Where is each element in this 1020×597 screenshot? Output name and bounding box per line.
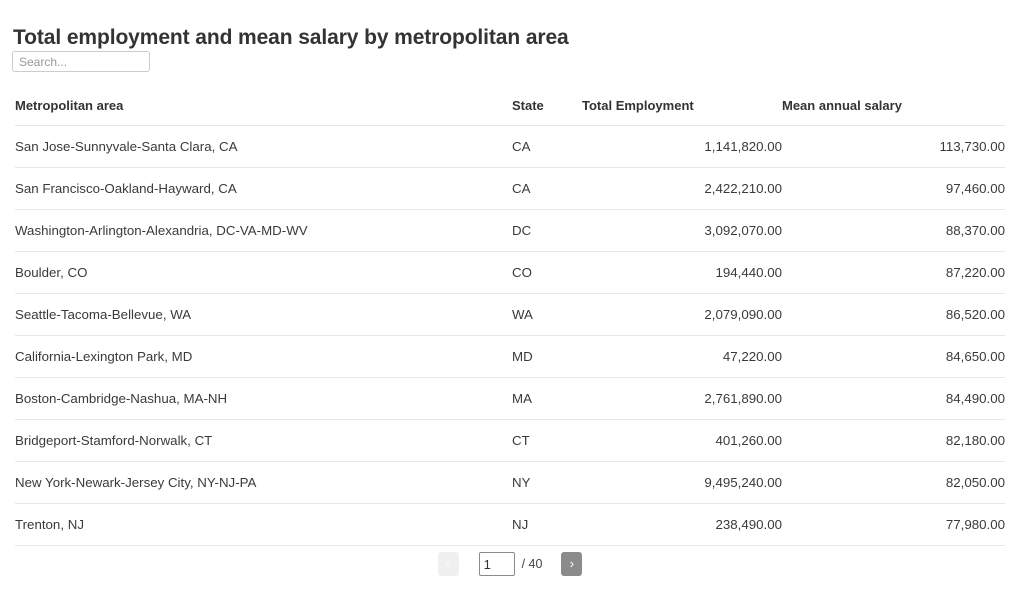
cell-total-employment: 401,260.00 (582, 419, 782, 462)
cell-state: DC (512, 209, 582, 252)
cell-metropolitan-area: Washington-Arlington-Alexandria, DC-VA-M… (15, 209, 512, 252)
cell-state: NJ (512, 503, 582, 546)
table-row[interactable]: San Francisco-Oakland-Hayward, CA CA 2,422… (15, 167, 1005, 210)
table-header-row: Metropolitan area State Total Employment… (15, 98, 1005, 126)
app-root: Total employment and mean salary by metr… (0, 0, 1020, 597)
cell-state: WA (512, 293, 582, 336)
cell-mean-annual-salary: 113,730.00 (782, 125, 1005, 168)
column-header-state[interactable]: State (512, 98, 582, 126)
search-container (12, 51, 150, 72)
table-row[interactable]: New York-Newark-Jersey City, NY-NJ-PA NY 9… (15, 461, 1005, 504)
table-header: Metropolitan area State Total Employment… (15, 98, 1005, 126)
page-title: Total employment and mean salary by metr… (13, 26, 569, 50)
cell-state: MA (512, 377, 582, 420)
table-row[interactable]: Bridgeport-Stamford-Norwalk, CT CT 401,260… (15, 419, 1005, 462)
cell-mean-annual-salary: 87,220.00 (782, 251, 1005, 294)
employment-salary-table: Metropolitan area State Total Employment… (15, 98, 1005, 546)
cell-state: CT (512, 419, 582, 462)
cell-metropolitan-area: California-Lexington Park, MD (15, 335, 512, 378)
table-row[interactable]: California-Lexington Park, MD MD 47,220.00… (15, 335, 1005, 378)
cell-state: MD (512, 335, 582, 378)
cell-metropolitan-area: Bridgeport-Stamford-Norwalk, CT (15, 419, 512, 462)
table-row[interactable]: Trenton, NJ NJ 238,490.00 77,980.00 (15, 503, 1005, 546)
page-number-input[interactable] (478, 552, 515, 576)
next-page-button[interactable]: › (561, 552, 583, 576)
column-header-mean-annual-salary[interactable]: Mean annual salary (782, 98, 1005, 126)
cell-state: CO (512, 251, 582, 294)
cell-mean-annual-salary: 84,490.00 (782, 377, 1005, 420)
cell-mean-annual-salary: 82,050.00 (782, 461, 1005, 504)
column-header-total-employment[interactable]: Total Employment (582, 98, 782, 126)
cell-metropolitan-area: Boulder, CO (15, 251, 512, 294)
cell-mean-annual-salary: 77,980.00 (782, 503, 1005, 546)
cell-state: CA (512, 125, 582, 168)
cell-mean-annual-salary: 97,460.00 (782, 167, 1005, 210)
cell-metropolitan-area: San Francisco-Oakland-Hayward, CA (15, 167, 512, 210)
cell-total-employment: 2,422,210.00 (582, 167, 782, 210)
table-row[interactable]: Boston-Cambridge-Nashua, MA-NH MA 2,761,89… (15, 377, 1005, 420)
cell-mean-annual-salary: 86,520.00 (782, 293, 1005, 336)
cell-total-employment: 1,141,820.00 (582, 125, 782, 168)
table-row[interactable]: Boulder, CO CO 194,440.00 87,220.00 (15, 251, 1005, 294)
table-body: San Jose-Sunnyvale-Santa Clara, CA CA 1,14… (15, 125, 1005, 546)
cell-total-employment: 3,092,070.00 (582, 209, 782, 252)
table-row[interactable]: Washington-Arlington-Alexandria, DC-VA-M… (15, 209, 1005, 252)
cell-mean-annual-salary: 88,370.00 (782, 209, 1005, 252)
cell-mean-annual-salary: 82,180.00 (782, 419, 1005, 462)
table-row[interactable]: San Jose-Sunnyvale-Santa Clara, CA CA 1,14… (15, 125, 1005, 168)
column-header-metropolitan-area[interactable]: Metropolitan area (15, 98, 512, 126)
pagination-controls: ‹ / 40 › (0, 552, 1020, 576)
cell-total-employment: 47,220.00 (582, 335, 782, 378)
cell-state: NY (512, 461, 582, 504)
table-row[interactable]: Seattle-Tacoma-Bellevue, WA WA 2,079,090.0… (15, 293, 1005, 336)
table-container: Metropolitan area State Total Employment… (15, 98, 1005, 546)
cell-total-employment: 2,079,090.00 (582, 293, 782, 336)
cell-metropolitan-area: San Jose-Sunnyvale-Santa Clara, CA (15, 125, 512, 168)
total-pages-label: / 40 (521, 557, 543, 571)
cell-total-employment: 194,440.00 (582, 251, 782, 294)
cell-mean-annual-salary: 84,650.00 (782, 335, 1005, 378)
cell-total-employment: 2,761,890.00 (582, 377, 782, 420)
previous-page-button[interactable]: ‹ (437, 552, 459, 576)
cell-total-employment: 9,495,240.00 (582, 461, 782, 504)
cell-metropolitan-area: Trenton, NJ (15, 503, 512, 546)
cell-state: CA (512, 167, 582, 210)
cell-metropolitan-area: Boston-Cambridge-Nashua, MA-NH (15, 377, 512, 420)
cell-metropolitan-area: New York-Newark-Jersey City, NY-NJ-PA (15, 461, 512, 504)
cell-total-employment: 238,490.00 (582, 503, 782, 546)
cell-metropolitan-area: Seattle-Tacoma-Bellevue, WA (15, 293, 512, 336)
search-input[interactable] (12, 51, 150, 72)
